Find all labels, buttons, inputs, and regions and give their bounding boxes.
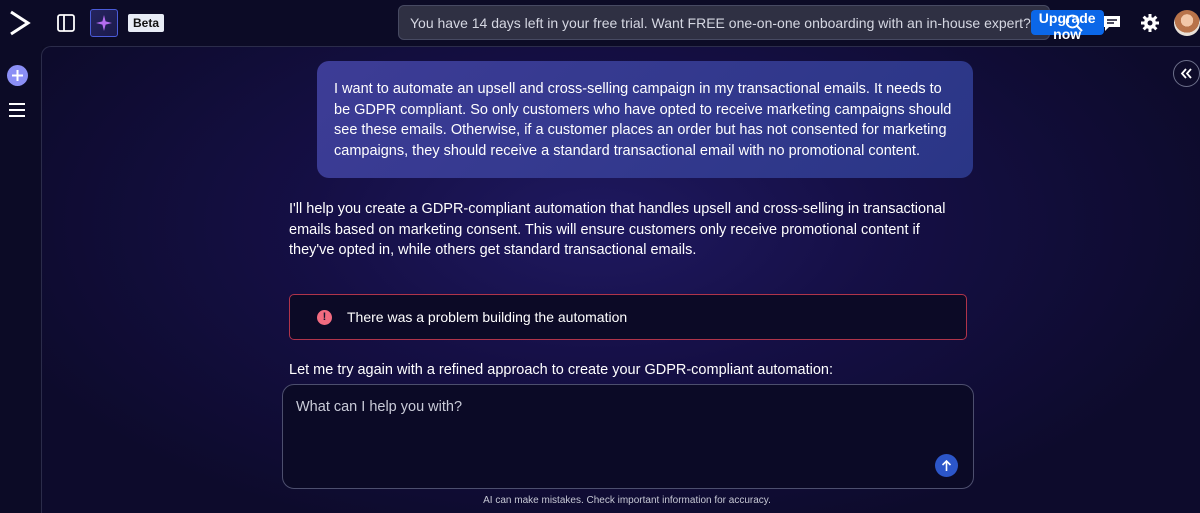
feedback-icon[interactable] <box>1102 13 1122 33</box>
app-logo-icon[interactable] <box>8 10 32 36</box>
trial-banner: You have 14 days left in your free trial… <box>398 5 1104 42</box>
message-composer <box>282 384 974 489</box>
message-input[interactable] <box>296 399 936 459</box>
beta-badge: Beta <box>128 14 165 32</box>
top-bar: Beta You have 14 days left in your free … <box>0 0 1200 46</box>
arrow-up-icon <box>941 459 952 471</box>
assistant-retry-message: Let me try again with a refined approach… <box>289 362 834 378</box>
user-message-bubble: I want to automate an upsell and cross-s… <box>317 61 973 178</box>
search-icon[interactable] <box>1064 13 1084 33</box>
double-chevron-left-icon <box>1180 68 1192 79</box>
new-chat-button[interactable] <box>7 65 28 86</box>
ai-disclaimer: AI can make mistakes. Check important in… <box>483 495 771 506</box>
menu-icon[interactable] <box>8 102 26 118</box>
ai-assistant-button[interactable] <box>90 9 118 37</box>
trial-banner-text: You have 14 days left in your free trial… <box>410 14 1031 31</box>
assistant-message: I'll help you create a GDPR-compliant au… <box>289 201 946 259</box>
panel-toggle-icon[interactable] <box>56 13 76 33</box>
send-button[interactable] <box>935 454 958 477</box>
plus-icon <box>12 70 23 81</box>
alert-icon: ! <box>317 309 332 325</box>
sparkle-icon <box>96 15 112 31</box>
error-alert-text: There was a problem building the automat… <box>347 309 628 325</box>
error-alert: ! There was a problem building the autom… <box>289 294 967 340</box>
collapse-panel-button[interactable] <box>1173 60 1200 87</box>
user-avatar[interactable] <box>1174 10 1200 36</box>
gear-icon[interactable] <box>1140 13 1160 33</box>
